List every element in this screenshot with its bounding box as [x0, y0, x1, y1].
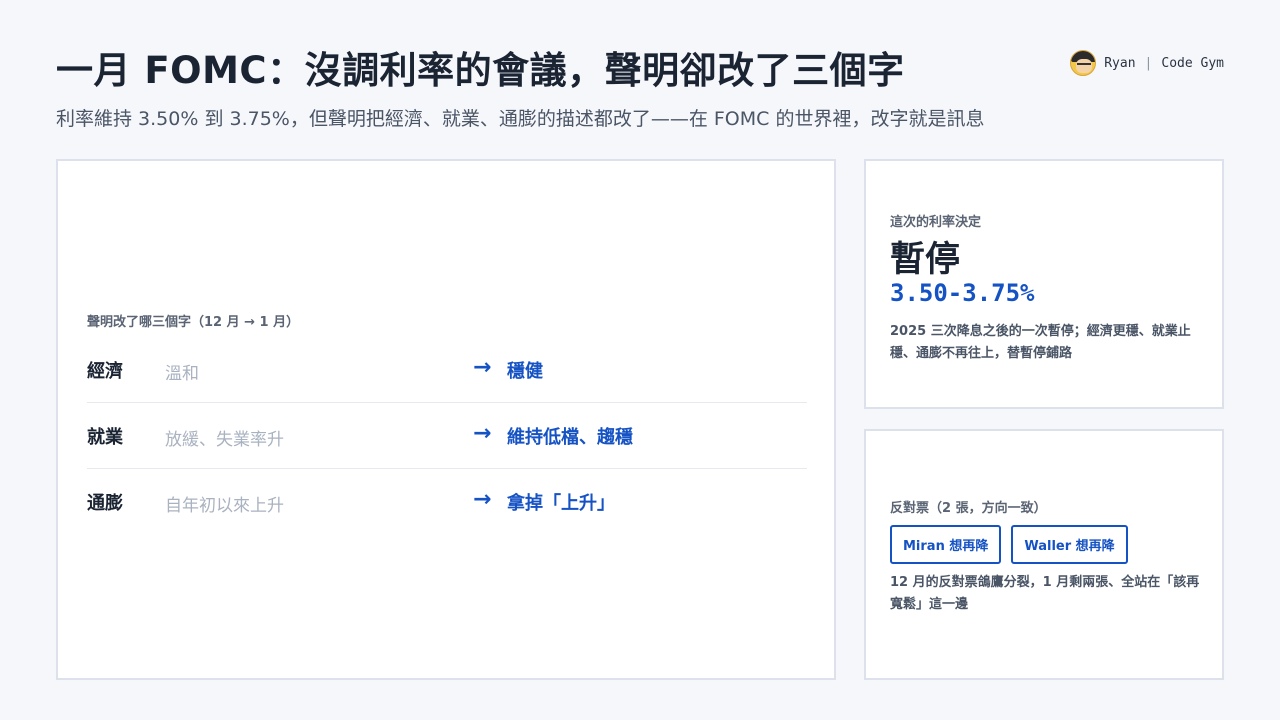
- change-list: 經濟 溫和 → 穩健 就業 放緩、失業率升 → 維持低檔、趨穩 通膨 自年初以來…: [87, 337, 807, 535]
- dissent-chips: Miran 想再降 Waller 想再降: [890, 525, 1128, 564]
- change-new-wording: 拿掉「上升」: [507, 493, 615, 514]
- change-new-wording: 穩健: [507, 361, 543, 382]
- brand-name: Ryan: [1104, 55, 1136, 71]
- change-old-wording: 溫和: [165, 364, 199, 384]
- change-topic: 就業: [87, 427, 123, 448]
- dissent-panel: 反對票（2 張，方向一致） Miran 想再降 Waller 想再降 12 月的…: [864, 429, 1224, 680]
- arrow-right-icon: →: [473, 355, 492, 380]
- statement-changes-label: 聲明改了哪三個字（12 月 → 1 月）: [87, 315, 300, 330]
- brand-channel: Code Gym: [1161, 55, 1224, 71]
- rate-decision-panel: 這次的利率決定 暫停 3.50-3.75% 2025 三次降息之後的一次暫停；經…: [864, 159, 1224, 409]
- rate-note: 2025 三次降息之後的一次暫停；經濟更穩、就業止穩、通膨不再往上，替暫停鋪路: [890, 324, 1191, 361]
- change-old-wording: 放緩、失業率升: [165, 430, 284, 450]
- rate-decision-value: 暫停: [890, 240, 961, 280]
- page-title: 一月 FOMC：沒調利率的會議，聲明卻改了三個字: [56, 49, 905, 92]
- dissent-note: 12 月的反對票鴿鷹分裂，1 月剩兩張、全站在「該再寬鬆」這一邊: [890, 575, 1200, 612]
- statement-changes-panel: 聲明改了哪三個字（12 月 → 1 月） 經濟 溫和 → 穩健 就業 放緩、失業…: [56, 159, 836, 680]
- dissent-label: 反對票（2 張，方向一致）: [890, 501, 1047, 516]
- change-topic: 經濟: [87, 361, 123, 382]
- change-new-wording: 維持低檔、趨穩: [507, 427, 633, 448]
- rate-decision-label: 這次的利率決定: [890, 215, 982, 230]
- change-row-inflation: 通膨 自年初以來上升 → 拿掉「上升」: [87, 469, 807, 535]
- page-subtitle: 利率維持 3.50% 到 3.75%，但聲明把經濟、就業、通膨的描述都改了——在…: [56, 108, 985, 130]
- change-old-wording: 自年初以來上升: [165, 496, 284, 516]
- change-row-employment: 就業 放緩、失業率升 → 維持低檔、趨穩: [87, 403, 807, 469]
- avatar-icon: [1070, 50, 1097, 76]
- change-row-economy: 經濟 溫和 → 穩健: [87, 337, 807, 403]
- slide: 一月 FOMC：沒調利率的會議，聲明卻改了三個字 利率維持 3.50% 到 3.…: [0, 0, 1280, 720]
- arrow-right-icon: →: [473, 421, 492, 446]
- change-topic: 通膨: [87, 493, 123, 514]
- dissent-chip-waller: Waller 想再降: [1011, 525, 1128, 564]
- brand-separator: |: [1144, 55, 1153, 71]
- brand: Ryan | Code Gym: [1070, 50, 1224, 76]
- arrow-right-icon: →: [473, 487, 492, 512]
- dissent-chip-miran: Miran 想再降: [890, 525, 1002, 564]
- rate-range: 3.50-3.75%: [890, 279, 1035, 307]
